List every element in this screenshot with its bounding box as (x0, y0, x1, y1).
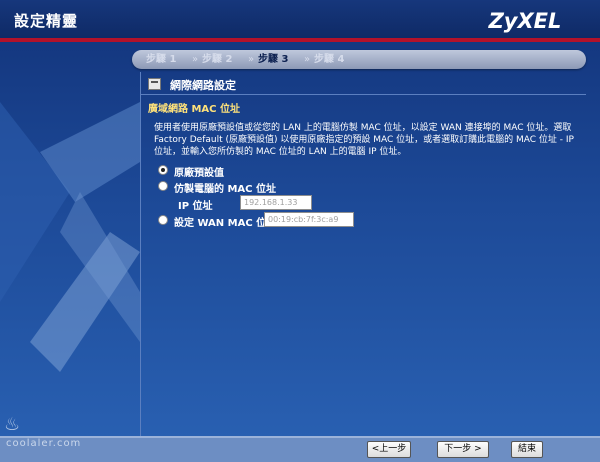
step-progress-bar: 步驟 1 » 步驟 2 » 步驟 3 » 步驟 4 (132, 50, 586, 69)
wizard-window: 設定精靈 ZyXEL 步驟 1 » 步驟 2 » 步驟 3 » 步驟 4 網際網… (0, 0, 600, 462)
set-wan-mac-label: 設定 WAN MAC 位址 (174, 218, 277, 229)
header-accent-line (0, 38, 600, 42)
wan-mac-field[interactable]: 00:19:cb:7f:3c:a9 (264, 212, 354, 227)
step-3-active: 步驟 3 (258, 54, 289, 65)
header-bar: 設定精靈 ZyXEL (0, 0, 600, 38)
folder-icon (148, 78, 161, 90)
step-4: 步驟 4 (314, 54, 345, 65)
footer-bar (0, 436, 600, 462)
finish-button[interactable]: 結束 (511, 441, 543, 458)
set-wan-mac-radio[interactable] (158, 215, 168, 225)
step-2: 步驟 2 (202, 54, 233, 65)
zyxel-logo: ZyXEL (464, 6, 586, 36)
next-button[interactable]: 下一步 > (437, 441, 489, 458)
back-button[interactable]: <上一步 (367, 441, 411, 458)
factory-default-label: 原廠預設值 (174, 168, 224, 179)
step-separator: » (304, 54, 311, 65)
section-title: 網際網路設定 (170, 79, 236, 92)
watermark-glyph-icon: ♨ (4, 414, 21, 435)
step-separator: » (248, 54, 255, 65)
logo-text: ZyXEL (488, 9, 562, 33)
ip-address-field[interactable]: 192.168.1.33 (240, 195, 312, 210)
window-title: 設定精靈 (14, 12, 79, 30)
step-separator: » (192, 54, 199, 65)
clone-mac-label: 仿製電腦的 MAC 位址 (174, 184, 276, 195)
factory-default-radio[interactable] (158, 165, 168, 175)
section-divider (140, 94, 586, 95)
ip-address-label: IP 位址 (178, 201, 213, 212)
subsection-title: 廣域網路 MAC 位址 (148, 104, 240, 115)
clone-mac-radio[interactable] (158, 181, 168, 191)
main-panel: 網際網路設定 廣域網路 MAC 位址 使用者使用原廠預設值或從您的 LAN 上的… (140, 72, 586, 440)
decorative-x-graphic (0, 102, 140, 372)
step-1: 步驟 1 (146, 54, 177, 65)
watermark-text: coolaler.com (6, 438, 82, 449)
footer-divider (0, 436, 600, 438)
description-text: 使用者使用原廠預設值或從您的 LAN 上的電腦仿製 MAC 位址，以設定 WAN… (154, 123, 574, 157)
